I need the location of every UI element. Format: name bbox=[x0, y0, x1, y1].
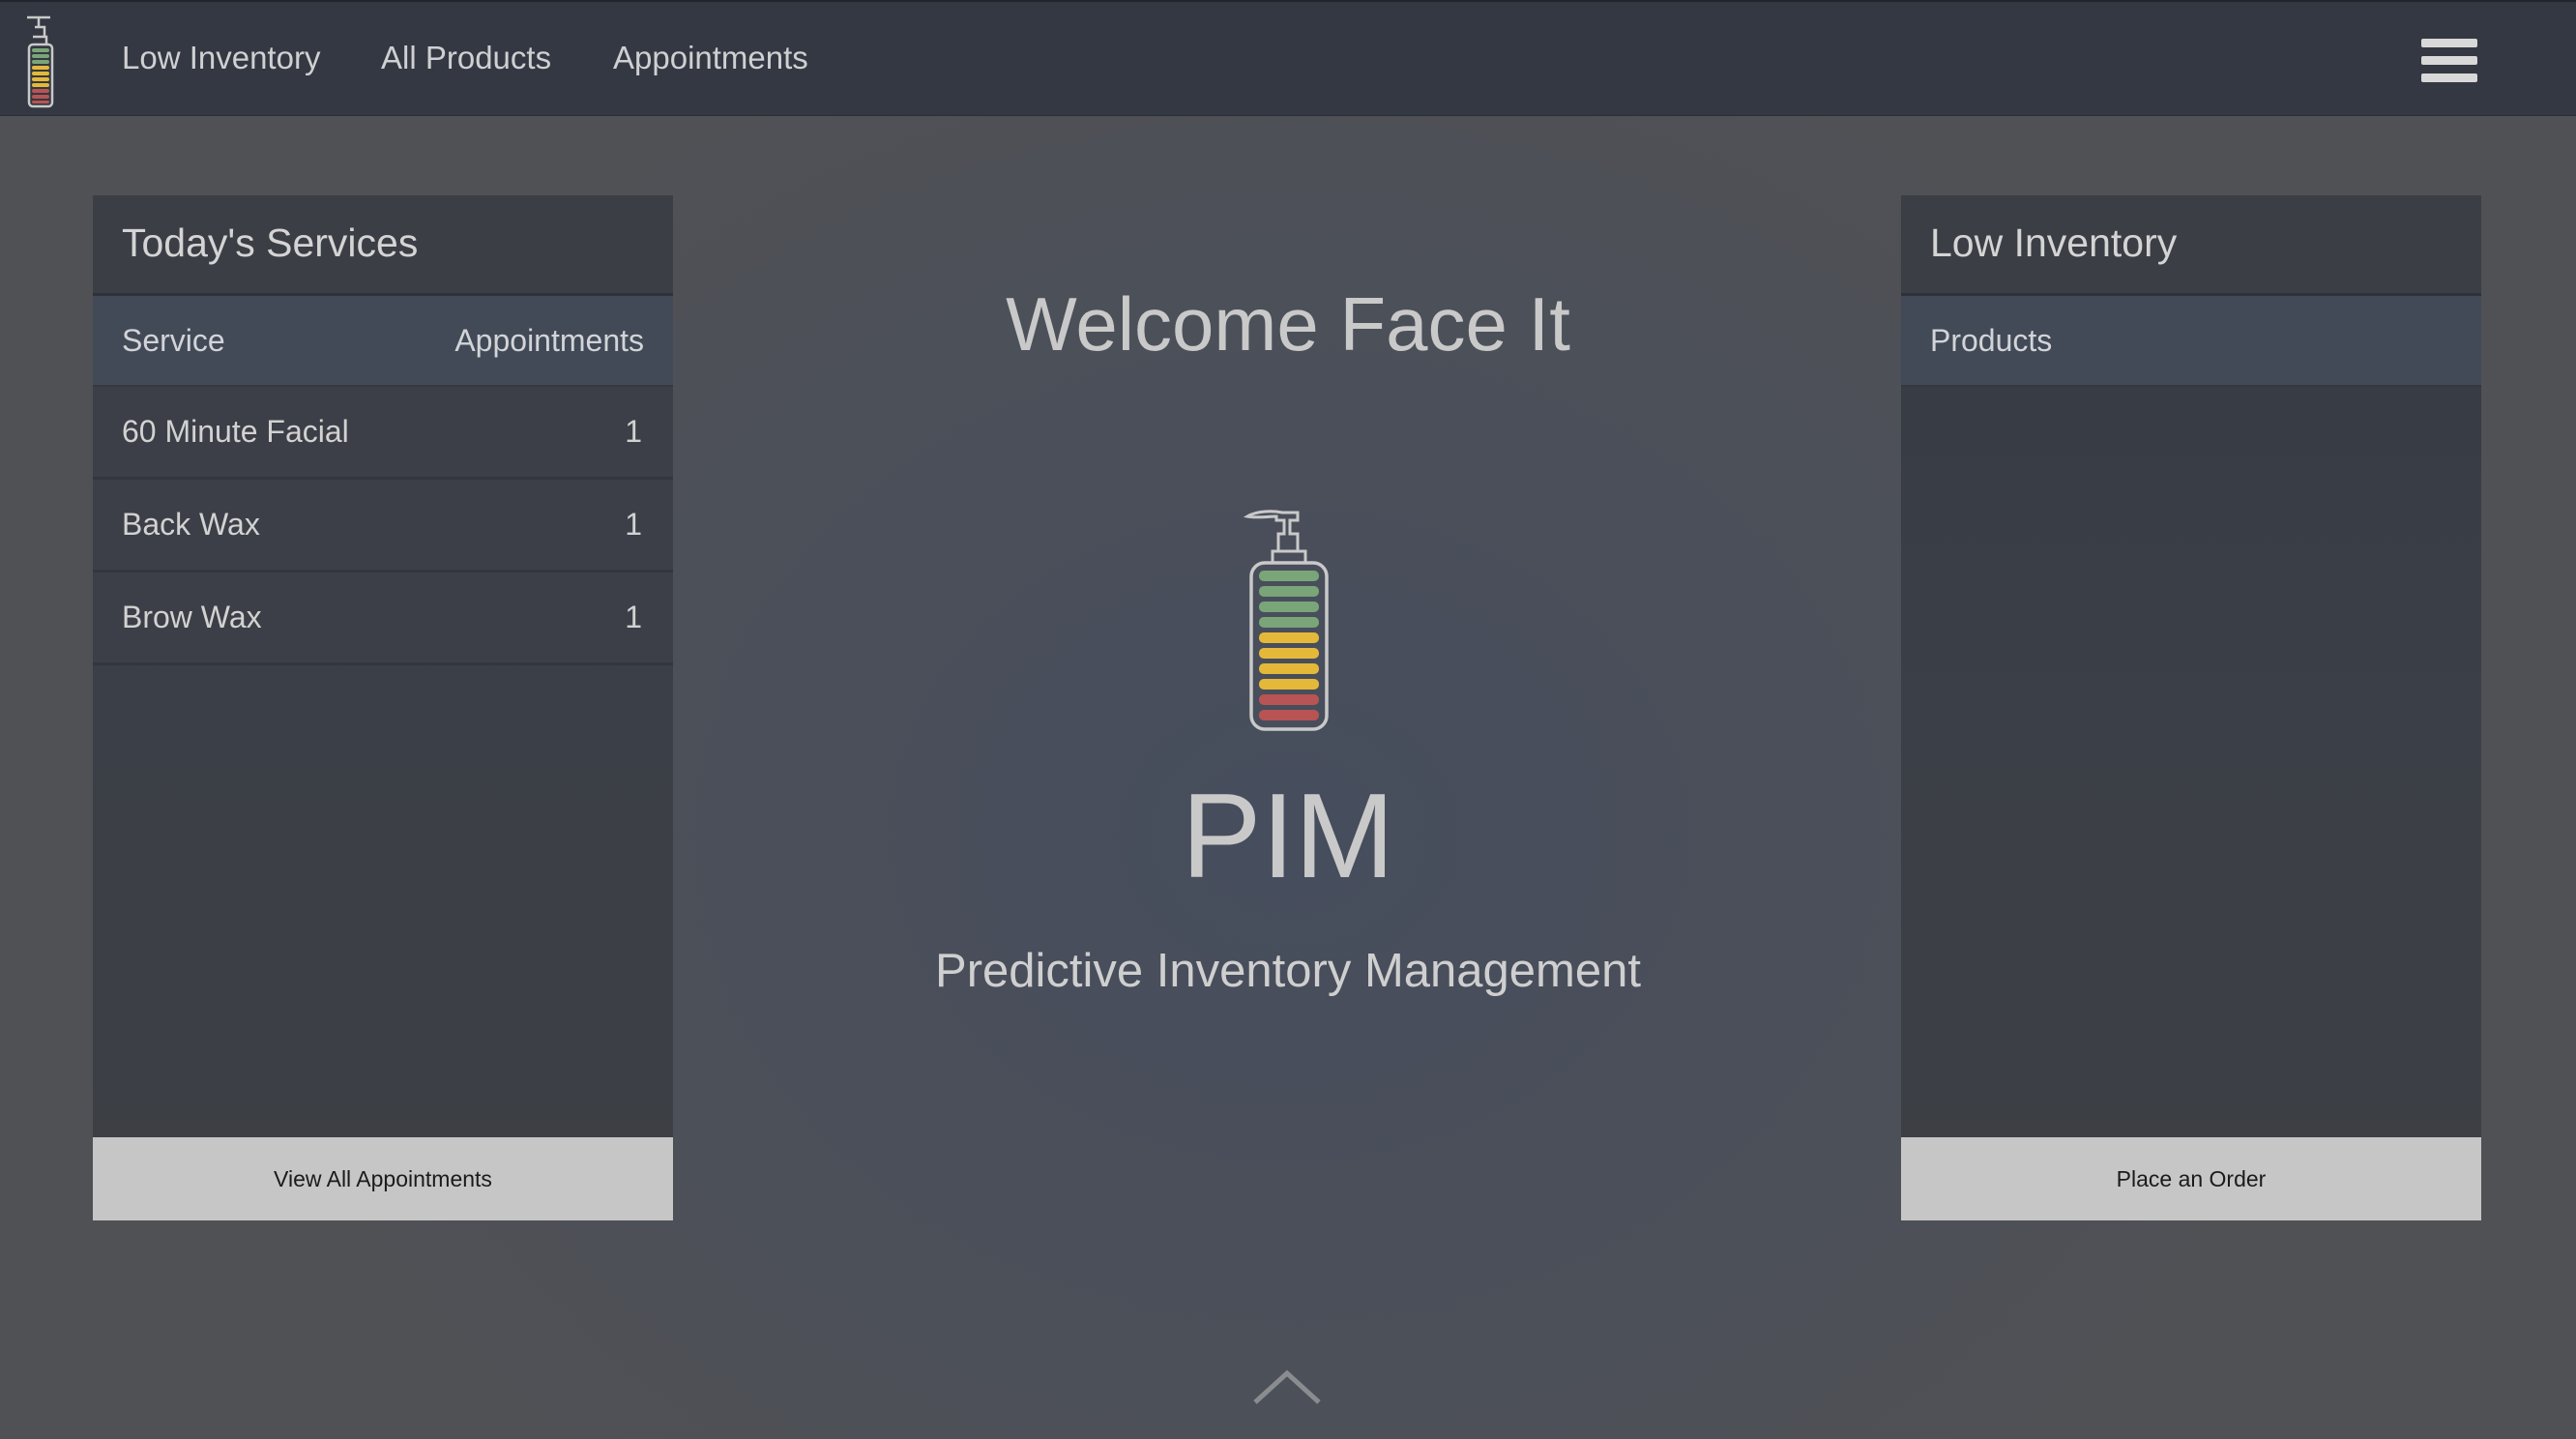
place-order-button[interactable]: Place an Order bbox=[1901, 1137, 2481, 1220]
todays-services-panel: Today's Services Service Appointments 60… bbox=[93, 195, 673, 1220]
menu-bar bbox=[2421, 39, 2477, 47]
appointment-count: 1 bbox=[625, 507, 642, 542]
table-row[interactable]: Back Wax 1 bbox=[93, 480, 673, 573]
services-table-header: Service Appointments bbox=[93, 296, 673, 387]
low-inventory-panel: Low Inventory Products Place an Order bbox=[1901, 195, 2481, 1220]
nav-appointments[interactable]: Appointments bbox=[613, 37, 808, 79]
appointment-count: 1 bbox=[625, 414, 642, 449]
hamburger-menu-icon[interactable] bbox=[2421, 39, 2477, 85]
nav-all-products[interactable]: All Products bbox=[381, 37, 551, 79]
service-name: Brow Wax bbox=[122, 600, 262, 634]
inventory-table-header: Products bbox=[1901, 296, 2481, 387]
nav-low-inventory[interactable]: Low Inventory bbox=[122, 37, 320, 79]
welcome-heading: Welcome Face It bbox=[1006, 281, 1570, 367]
service-name: Back Wax bbox=[122, 507, 260, 542]
brand-tagline: Predictive Inventory Management bbox=[935, 945, 1641, 997]
column-header-products: Products bbox=[1930, 322, 2053, 358]
top-navbar: Low Inventory All Products Appointments bbox=[0, 0, 2576, 116]
appointment-count: 1 bbox=[625, 600, 642, 634]
panel-title: Low Inventory bbox=[1901, 195, 2481, 296]
brand-name: PIM bbox=[1181, 770, 1395, 903]
table-row[interactable]: Brow Wax 1 bbox=[93, 573, 673, 665]
panel-title: Today's Services bbox=[93, 195, 673, 296]
column-header-service: Service bbox=[122, 322, 225, 358]
menu-bar bbox=[2421, 56, 2477, 65]
chevron-up-icon[interactable] bbox=[1251, 1366, 1323, 1408]
pump-bottle-icon bbox=[1244, 510, 1329, 731]
table-row[interactable]: 60 Minute Facial 1 bbox=[93, 387, 673, 480]
column-header-appointments: Appointments bbox=[454, 322, 644, 358]
menu-bar bbox=[2421, 73, 2477, 82]
view-all-appointments-button[interactable]: View All Appointments bbox=[93, 1137, 673, 1220]
pump-bottle-logo-icon[interactable] bbox=[21, 12, 68, 112]
service-name: 60 Minute Facial bbox=[122, 414, 349, 449]
